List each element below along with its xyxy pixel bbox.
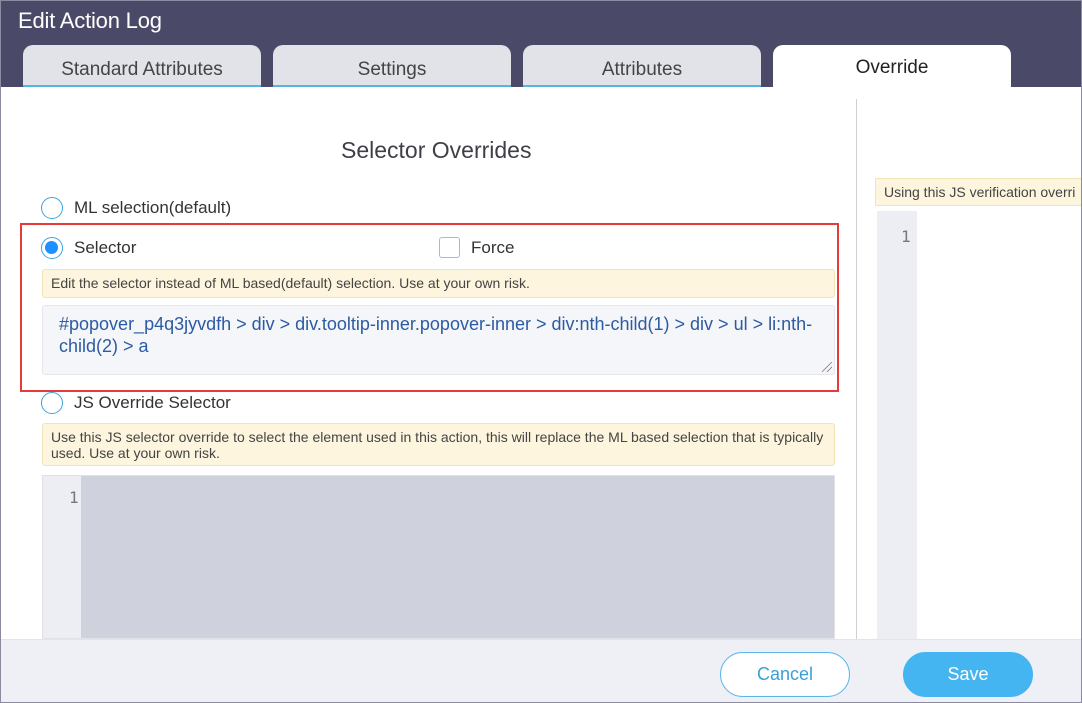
selector-input[interactable]: #popover_p4q3jyvdfh > div > div.tooltip-… — [42, 305, 835, 375]
dialog-title: Edit Action Log — [18, 8, 162, 33]
ml-selection-label: ML selection(default) — [74, 198, 232, 217]
selector-label: Selector — [74, 238, 137, 257]
override-panel: Selector Overrides ML selection(default)… — [1, 87, 1081, 639]
ml-selection-radio[interactable] — [41, 197, 63, 219]
panel-divider — [856, 99, 857, 639]
js-override-radio[interactable] — [41, 392, 63, 414]
ml-selection-option[interactable]: ML selection(default) — [41, 197, 231, 219]
selector-note: Edit the selector instead of ML based(de… — [42, 269, 835, 298]
line-number: 1 — [69, 488, 79, 507]
force-option[interactable]: Force — [439, 237, 514, 258]
selector-option[interactable]: Selector — [41, 237, 136, 259]
selector-input-value: #popover_p4q3jyvdfh > div > div.tooltip-… — [59, 314, 813, 356]
tab-override[interactable]: Override — [773, 45, 1011, 87]
tab-standard-attributes[interactable]: Standard Attributes — [23, 45, 261, 87]
tab-attributes[interactable]: Attributes — [523, 45, 761, 87]
resize-grip-icon[interactable] — [822, 362, 832, 372]
tab-settings[interactable]: Settings — [273, 45, 511, 87]
verification-code-editor[interactable]: 1 — [877, 211, 1081, 639]
js-override-label: JS Override Selector — [74, 393, 231, 412]
cancel-button[interactable]: Cancel — [720, 652, 850, 697]
verification-code-area[interactable] — [917, 211, 1081, 639]
force-label: Force — [471, 237, 515, 257]
force-checkbox[interactable] — [439, 237, 460, 258]
dialog-header: Edit Action Log Standard Attributes Sett… — [1, 1, 1081, 87]
edit-action-log-dialog: Edit Action Log Standard Attributes Sett… — [0, 0, 1082, 703]
js-code-editor[interactable]: 1 — [42, 475, 835, 639]
save-button[interactable]: Save — [903, 652, 1033, 697]
section-title: Selector Overrides — [341, 137, 532, 163]
verification-note: Using this JS verification overri — [875, 178, 1081, 206]
js-override-option[interactable]: JS Override Selector — [41, 392, 231, 414]
line-number: 1 — [901, 227, 911, 246]
js-code-area[interactable] — [81, 476, 834, 638]
selector-radio[interactable] — [41, 237, 63, 259]
dialog-footer: Cancel Save — [1, 639, 1081, 702]
js-override-note: Use this JS selector override to select … — [42, 423, 835, 466]
